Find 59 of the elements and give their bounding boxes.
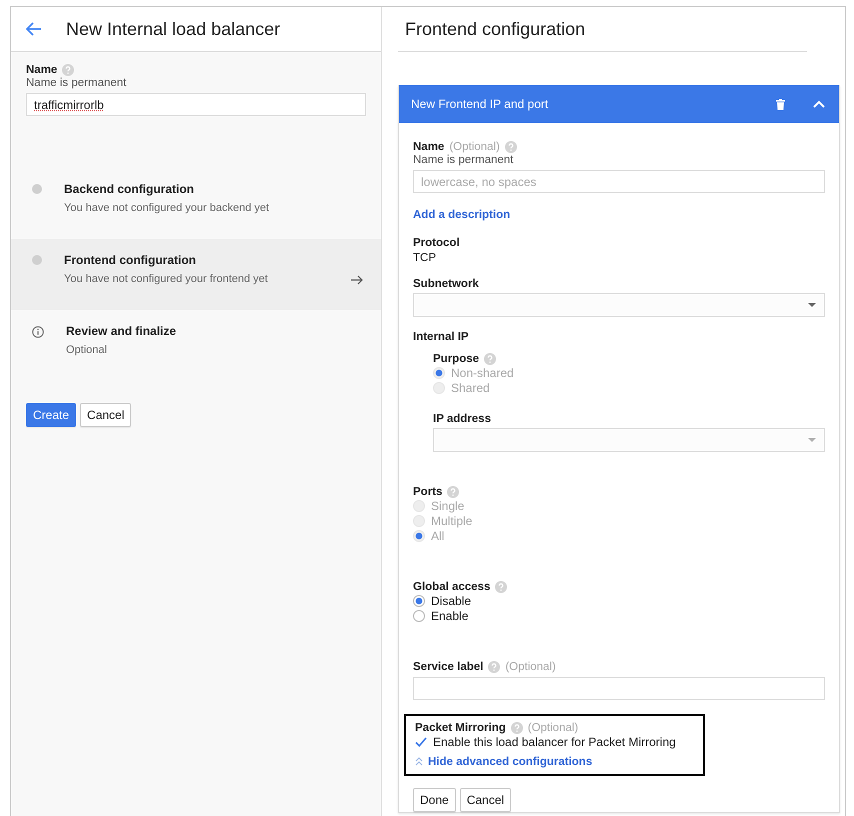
status-dot-icon [32,184,42,194]
dropdown-caret-icon [808,438,816,442]
field-value: TCP [413,252,437,264]
trash-icon [776,98,785,110]
description-link[interactable]: Add a description [413,209,510,221]
step-title: Backend configuration [64,182,196,196]
radio-option[interactable]: Disable [413,593,825,608]
field-label: Subnetwork [413,278,479,290]
field-hint: Name is permanent [413,154,514,166]
help-icon [504,141,517,153]
field-label: Name [413,141,444,153]
card-header[interactable]: New Frontend IP and port [399,85,839,123]
step-subtitle: You have not configured your frontend yet [64,273,269,285]
step-item[interactable]: Review and finalize Optional [11,310,381,381]
field-label: Name [26,64,58,76]
cancel-button[interactable]: Cancel [80,403,132,427]
checkbox-option[interactable]: Enable this load balancer for Packet Mirroring [415,734,695,749]
info-icon [32,326,44,338]
step-title: Review and finalize [66,324,178,338]
name-input[interactable]: trafficmirrorlb [26,93,366,116]
dropdown-field[interactable] [413,293,825,317]
status-dot-icon [32,255,42,265]
create-button[interactable]: Create [26,403,76,427]
step-title: Frontend configuration [64,253,197,267]
field-label: IP address [433,413,491,425]
step-subtitle: You have not configured your backend yet [64,202,270,214]
optional-note: (Optional) [449,141,500,153]
optional-note: (Optional) [528,722,578,734]
field-label: Internal IP [413,331,470,343]
collapse-chevron-icon [813,100,825,108]
back-arrow-icon [26,22,42,36]
help-icon [447,486,460,498]
text-input[interactable] [413,677,825,700]
arrow-right-icon [351,275,363,285]
help-icon [510,722,523,734]
page-title: New Internal load balancer [66,18,280,40]
panel-title: Frontend configuration [398,7,807,52]
field-label: Packet Mirroring [415,722,506,734]
card-title: New Frontend IP and port [411,97,550,111]
field-hint: Name is permanent [26,77,128,89]
double-chevron-up-icon [415,757,423,766]
help-icon [488,661,500,673]
radio-option[interactable]: Enable [413,608,825,623]
field-label: Protocol [413,237,461,249]
field-label: Purpose [433,353,480,365]
form-button[interactable]: Done [413,788,456,812]
step-subtitle: Optional [66,344,108,356]
advanced-toggle-link[interactable]: Hide advanced configurations [415,756,592,768]
optional-note: (Optional) [505,661,556,673]
help-icon [495,581,508,593]
field-label: Global access [413,581,490,593]
help-icon [484,353,496,365]
text-input[interactable]: lowercase, no spaces [413,170,825,193]
dropdown-caret-icon [808,303,816,307]
field-label: Ports [413,486,442,498]
step-item[interactable]: Frontend configuration You have not configured your frontend yet [11,239,381,310]
field-label: Service label [413,661,484,673]
step-item[interactable]: Backend configuration You have not configured your backend yet [11,168,381,239]
form-button[interactable]: Cancel [460,788,512,812]
